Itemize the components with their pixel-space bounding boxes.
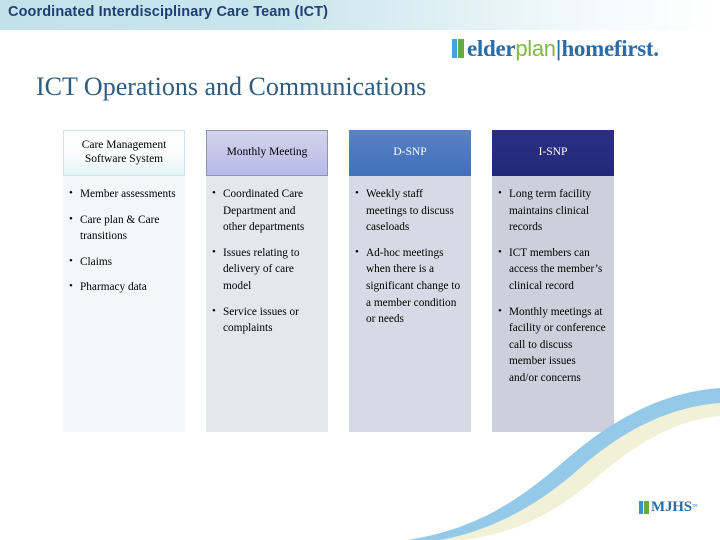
column-header-i-snp: I-SNP [492, 130, 614, 176]
mjhs-trademark-symbol: ™ [691, 504, 698, 510]
mjhs-logo-text: MJHS [651, 498, 692, 515]
elderplan-homefirst-logo: elder plan | homefirst. [452, 36, 659, 62]
brand-word-elder: elder [467, 36, 516, 61]
elderplan-logo-mark-icon [452, 39, 465, 58]
brand-word-homefirst: homefirst. [561, 36, 659, 61]
list-item: Issues relating to delivery of care mode… [212, 244, 320, 295]
slide-canvas: Coordinated Interdisciplinary Care Team … [0, 0, 720, 540]
list-item: Care plan & Care transitions [69, 211, 177, 245]
table-column-d-snp: D-SNP Weekly staff meetings to discuss c… [349, 130, 471, 432]
list-item: Claims [69, 253, 177, 271]
slide-title-bar: Coordinated Interdisciplinary Care Team … [0, 0, 720, 30]
column-header-d-snp: D-SNP [349, 130, 471, 176]
list-item: Coordinated Care Department and other de… [212, 185, 320, 236]
comparison-table: Care Management Software System Member a… [63, 130, 671, 432]
list-item: Weekly staff meetings to discuss caseloa… [355, 185, 463, 236]
mjhs-logo-mark-icon [639, 500, 650, 514]
list-item: Member assessments [69, 185, 177, 203]
list-item: Long term facility maintains clinical re… [498, 185, 606, 236]
list-item: Ad-hoc meetings when there is a signific… [355, 244, 463, 328]
list-item: Monthly meetings at facility or conferen… [498, 303, 606, 387]
table-column-monthly-meeting: Monthly Meeting Coordinated Care Departm… [206, 130, 328, 432]
column-header-care-management-software-system: Care Management Software System [63, 130, 185, 176]
bullet-list: Member assessments Care plan & Care tran… [69, 185, 177, 296]
list-item: ICT members can access the member’s clin… [498, 244, 606, 295]
list-item: Pharmacy data [69, 278, 177, 296]
brand-word-plan: plan [515, 36, 556, 61]
table-column-care-management-software-system: Care Management Software System Member a… [63, 130, 185, 432]
mjhs-logo: MJHS ™ [639, 498, 698, 516]
column-body-d-snp: Weekly staff meetings to discuss caseloa… [349, 176, 471, 432]
column-header-monthly-meeting: Monthly Meeting [206, 130, 328, 176]
table-column-i-snp: I-SNP Long term facility maintains clini… [492, 130, 614, 432]
list-item: Service issues or complaints [212, 303, 320, 337]
bullet-list: Long term facility maintains clinical re… [498, 185, 606, 387]
slide-title-bar-text: Coordinated Interdisciplinary Care Team … [8, 4, 329, 20]
column-body-care-management-software-system: Member assessments Care plan & Care tran… [63, 176, 185, 432]
bullet-list: Coordinated Care Department and other de… [212, 185, 320, 337]
bullet-list: Weekly staff meetings to discuss caseloa… [355, 185, 463, 328]
column-body-i-snp: Long term facility maintains clinical re… [492, 176, 614, 432]
column-body-monthly-meeting: Coordinated Care Department and other de… [206, 176, 328, 432]
page-title: ICT Operations and Communications [36, 72, 427, 101]
